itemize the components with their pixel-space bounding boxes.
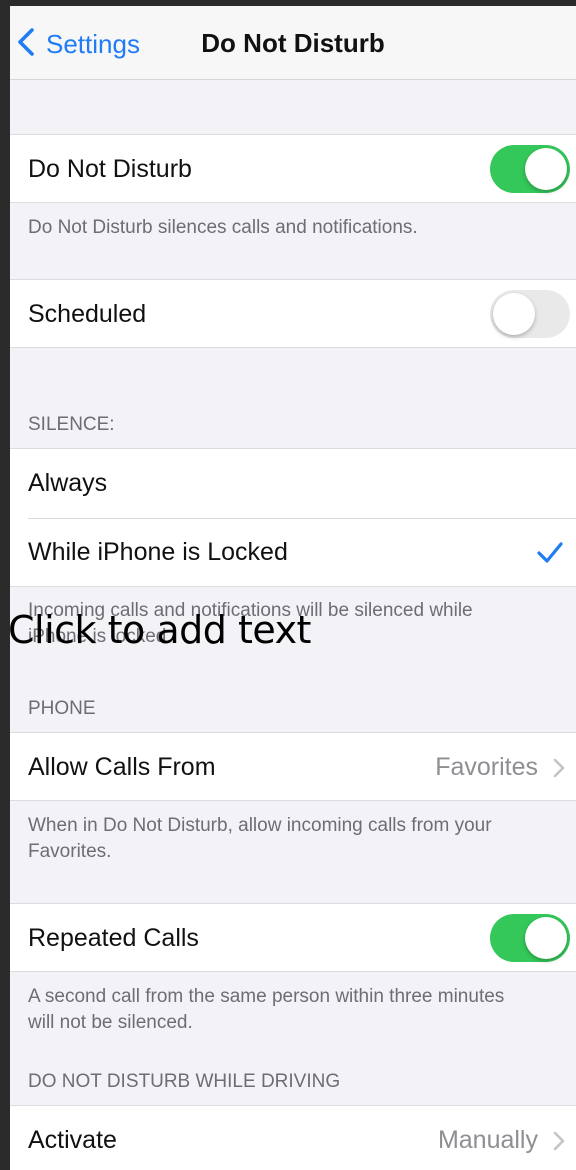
dnd-row: Do Not Disturb [10, 134, 576, 203]
silence-option-locked[interactable]: While iPhone is Locked [10, 519, 576, 587]
repeated-calls-toggle[interactable] [490, 914, 570, 962]
dnd-toggle[interactable] [490, 145, 570, 193]
driving-header: DO NOT DISTURB WHILE DRIVING [28, 1071, 341, 1092]
page-title: Do Not Disturb [201, 28, 385, 58]
chevron-right-icon [552, 757, 566, 779]
toggle-knob [525, 148, 567, 190]
toggle-knob [493, 293, 535, 335]
add-text-placeholder[interactable]: Click to add text [8, 608, 311, 652]
dnd-footer: Do Not Disturb silences calls and notifi… [28, 217, 418, 238]
checkmark-icon [536, 541, 564, 565]
silence-option-always[interactable]: Always [10, 449, 576, 518]
settings-screen: Settings Do Not Disturb Do Not Disturb D… [10, 6, 576, 1170]
allow-calls-row[interactable]: Allow Calls From Favorites [10, 732, 576, 801]
navigation-bar: Settings Do Not Disturb [10, 6, 576, 80]
repeated-footer: A second call from the same person withi… [28, 986, 505, 1033]
scheduled-label: Scheduled [28, 300, 147, 328]
scheduled-toggle[interactable] [490, 290, 570, 338]
phone-header: PHONE [28, 698, 96, 719]
chevron-right-icon [552, 1130, 566, 1152]
activate-label: Activate [28, 1126, 117, 1154]
dnd-label: Do Not Disturb [28, 155, 192, 183]
option-label: While iPhone is Locked [28, 538, 288, 566]
repeated-calls-label: Repeated Calls [28, 924, 199, 952]
silence-header: SILENCE: [28, 414, 115, 435]
option-label: Always [28, 469, 108, 497]
activate-value: Manually [437, 1126, 538, 1154]
silence-group: Always While iPhone is Locked [10, 448, 576, 587]
repeated-calls-row: Repeated Calls [10, 903, 576, 972]
phone-footer: When in Do Not Disturb, allow incoming c… [28, 815, 492, 862]
allow-calls-label: Allow Calls From [28, 753, 216, 781]
scheduled-row: Scheduled [10, 279, 576, 348]
toggle-knob [525, 917, 567, 959]
activate-row[interactable]: Activate Manually [10, 1105, 576, 1170]
allow-calls-value: Favorites [435, 753, 538, 781]
